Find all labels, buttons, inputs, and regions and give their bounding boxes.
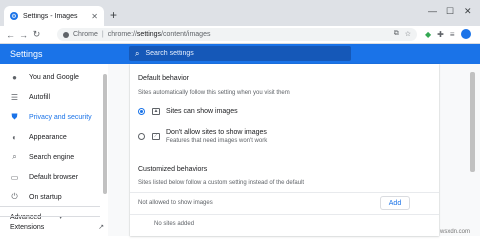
shield-icon: ⛊	[11, 112, 18, 121]
sidebar-item-autofill[interactable]: ☰ Autofill	[0, 87, 100, 107]
puzzle-icon[interactable]: ✚	[437, 30, 444, 39]
sidebar-scrollbar[interactable]	[103, 74, 107, 194]
section-divider	[130, 192, 439, 193]
url-host: settings	[136, 31, 162, 38]
omnibox-separator: |	[101, 31, 104, 38]
sidebar-item-privacy[interactable]: ⛊ Privacy and security	[0, 107, 100, 127]
images-settings-card: Default behavior Sites automatically fol…	[130, 64, 439, 236]
image-off-icon: ⟋	[152, 133, 160, 140]
tab-strip: ⚙ Settings - Images ✕ + — ☐ ✕	[0, 0, 480, 26]
sidebar: ● You and Google ☰ Autofill ⛊ Privacy an…	[0, 64, 108, 236]
sidebar-item-label: Default browser	[29, 173, 79, 181]
browser-toolbar: ← → ↻ Chrome | chrome://settings/content…	[0, 26, 480, 44]
sidebar-item-label: Privacy and security	[29, 113, 92, 121]
bookmark-star-icon[interactable]: ☆	[405, 30, 411, 38]
main-scrollbar[interactable]	[470, 72, 475, 172]
page-title: Settings	[10, 49, 43, 59]
add-site-button[interactable]: Add	[380, 196, 410, 210]
window-close-button[interactable]: ✕	[464, 6, 472, 17]
reading-list-icon[interactable]: ≡	[450, 30, 455, 39]
section-divider	[130, 214, 439, 215]
watermark: wsxdn.com	[440, 229, 471, 235]
palette-icon: ◐	[12, 132, 17, 142]
new-tab-button[interactable]: +	[110, 9, 117, 21]
url-scheme: chrome://	[107, 31, 137, 38]
option-block-label: Don't allow sites to show images	[166, 129, 267, 136]
customized-behaviors-title: Customized behaviors	[138, 166, 208, 173]
tab-settings-images[interactable]: ⚙ Settings - Images ✕	[4, 6, 104, 26]
minimize-button[interactable]: —	[428, 6, 437, 16]
address-bar[interactable]: Chrome | chrome://settings/content/image…	[57, 28, 417, 41]
power-icon: ⏻	[11, 192, 18, 201]
sidebar-item-you-and-google[interactable]: ● You and Google	[0, 67, 100, 87]
tab-close-icon[interactable]: ✕	[91, 12, 98, 21]
search-icon: ⌕	[135, 48, 140, 58]
sidebar-item-on-startup[interactable]: ⏻ On startup	[0, 187, 100, 207]
settings-header: Settings ⌕	[0, 44, 480, 64]
autofill-icon: ☰	[10, 92, 19, 102]
url-text: chrome://settings/content/images	[108, 31, 211, 38]
sidebar-item-label: Appearance	[29, 133, 67, 141]
search-input[interactable]	[145, 50, 345, 57]
not-allowed-label: Not allowed to show images	[138, 200, 213, 206]
back-button[interactable]: ←	[4, 30, 17, 40]
share-icon[interactable]: ⧉	[394, 30, 399, 38]
radio-sites-can-show-images[interactable]	[138, 108, 145, 115]
forward-button[interactable]: →	[17, 30, 30, 40]
url-path: /content/images	[161, 31, 211, 38]
extension-icon[interactable]: ◆	[425, 30, 431, 39]
default-behavior-desc: Sites automatically follow this setting …	[138, 90, 290, 96]
sidebar-item-appearance[interactable]: ◐ Appearance	[0, 127, 100, 147]
avatar[interactable]	[460, 29, 471, 39]
image-icon: ▲	[152, 108, 160, 115]
chrome-site-icon	[63, 31, 69, 38]
external-link-icon: ↗	[98, 224, 105, 231]
sidebar-item-label: Autofill	[29, 93, 51, 101]
kebab-menu-icon[interactable]: ⋮	[477, 30, 480, 39]
search-settings-box[interactable]: ⌕	[129, 46, 351, 61]
settings-gear-icon: ⚙	[10, 12, 18, 20]
sidebar-item-label: On startup	[29, 193, 62, 201]
sidebar-item-label: Extensions	[10, 223, 45, 231]
sidebar-item-search-engine[interactable]: ⌕ Search engine	[0, 147, 100, 167]
default-behavior-title: Default behavior	[138, 75, 189, 82]
chrome-label: Chrome	[73, 31, 98, 38]
browser-icon: ▭	[10, 172, 19, 182]
customized-behaviors-desc: Sites listed below follow a custom setti…	[138, 180, 305, 186]
sidebar-item-label: Search engine	[29, 153, 75, 161]
option-show-label: Sites can show images	[166, 108, 238, 115]
option-block-sub: Features that need images won't work	[166, 138, 268, 144]
extension-area: ◆ ✚ ≡ ⋮	[425, 29, 480, 39]
omnibox-actions: ⧉ ☆	[394, 30, 411, 38]
reload-button[interactable]: ↻	[30, 29, 43, 40]
sidebar-item-label: You and Google	[29, 73, 79, 81]
radio-dont-allow-images[interactable]	[138, 133, 145, 140]
main-content: Default behavior Sites automatically fol…	[108, 64, 480, 236]
search-icon: ⌕	[12, 152, 17, 161]
sidebar-extensions[interactable]: Extensions ↗	[0, 217, 104, 237]
person-icon: ●	[12, 72, 17, 82]
no-sites-text: No sites added	[154, 221, 195, 227]
tab-title: Settings - Images	[23, 12, 78, 20]
maximize-button[interactable]: ☐	[446, 6, 454, 17]
sidebar-item-default-browser[interactable]: ▭ Default browser	[0, 167, 100, 187]
